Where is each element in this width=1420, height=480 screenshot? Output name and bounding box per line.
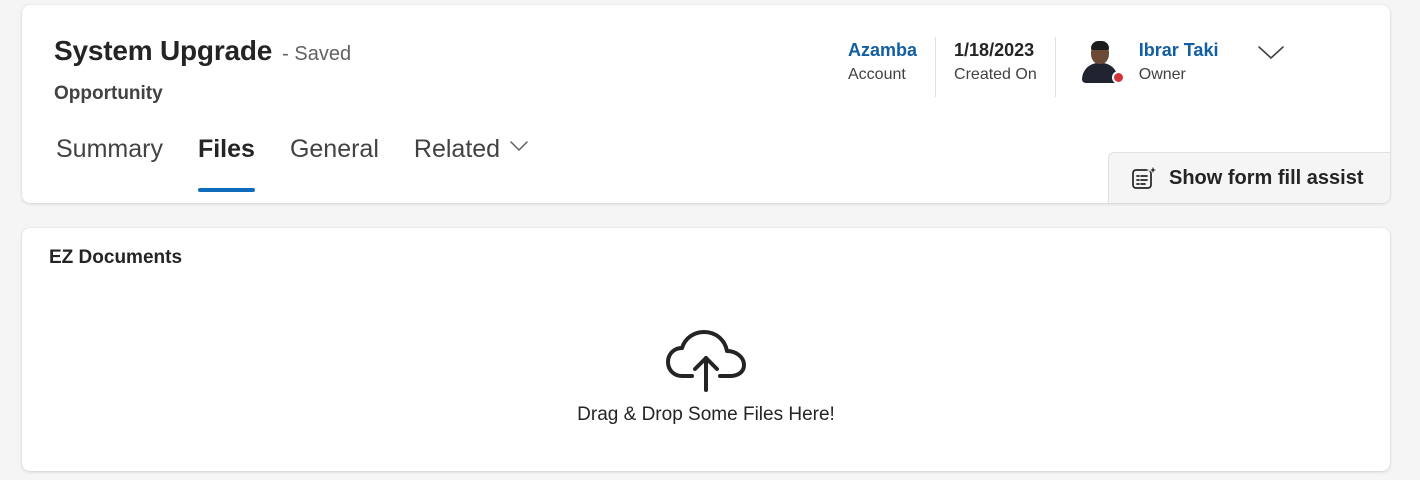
form-fill-assist-label: Show form fill assist (1169, 166, 1364, 189)
dropzone-text: Drag & Drop Some Files Here! (577, 404, 835, 425)
account-label: Account (848, 66, 906, 83)
owner-link[interactable]: Ibrar Taki (1139, 37, 1219, 63)
record-title: System Upgrade (54, 35, 273, 66)
file-dropzone[interactable]: Drag & Drop Some Files Here! (22, 328, 1390, 458)
tab-related-label: Related (413, 135, 501, 163)
form-fill-assist-button[interactable]: Show form fill assist (1108, 152, 1390, 203)
owner-label: Owner (1138, 66, 1186, 83)
save-status: - Saved (282, 43, 352, 65)
created-on-value: 1/18/2023 (954, 40, 1035, 60)
tab-general[interactable]: General (290, 135, 379, 195)
header-field-account: Azamba Account (848, 37, 937, 97)
ez-documents-section: EZ Documents Drag & Drop Some Files Here… (22, 228, 1390, 471)
owner-avatar[interactable] (1077, 39, 1125, 84)
tab-files[interactable]: Files (197, 135, 255, 195)
title-row: System Upgrade - Saved (54, 35, 351, 67)
header-field-owner: Ibrar Taki Owner (1056, 37, 1287, 97)
chevron-down-icon (1258, 46, 1285, 59)
expand-header-button[interactable] (1256, 41, 1286, 65)
created-on-label: Created On (954, 66, 1037, 83)
tab-related[interactable]: Related (414, 135, 528, 195)
cloud-upload-icon (666, 330, 746, 392)
form-sparkle-icon (1132, 165, 1159, 189)
tab-summary[interactable]: Summary (56, 135, 163, 195)
entity-type-label: Opportunity (54, 83, 163, 104)
chevron-down-icon (510, 141, 528, 151)
account-link[interactable]: Azamba (848, 37, 917, 63)
section-title: EZ Documents (49, 247, 183, 268)
tab-list: Summary Files General Related (56, 135, 563, 195)
header-field-created-on: 1/18/2023 Created On (936, 37, 1056, 97)
record-header: System Upgrade - Saved Opportunity Azamb… (22, 5, 1390, 203)
header-fields: Azamba Account 1/18/2023 Created On Ibra… (848, 37, 1286, 97)
presence-busy-icon (1111, 71, 1125, 84)
